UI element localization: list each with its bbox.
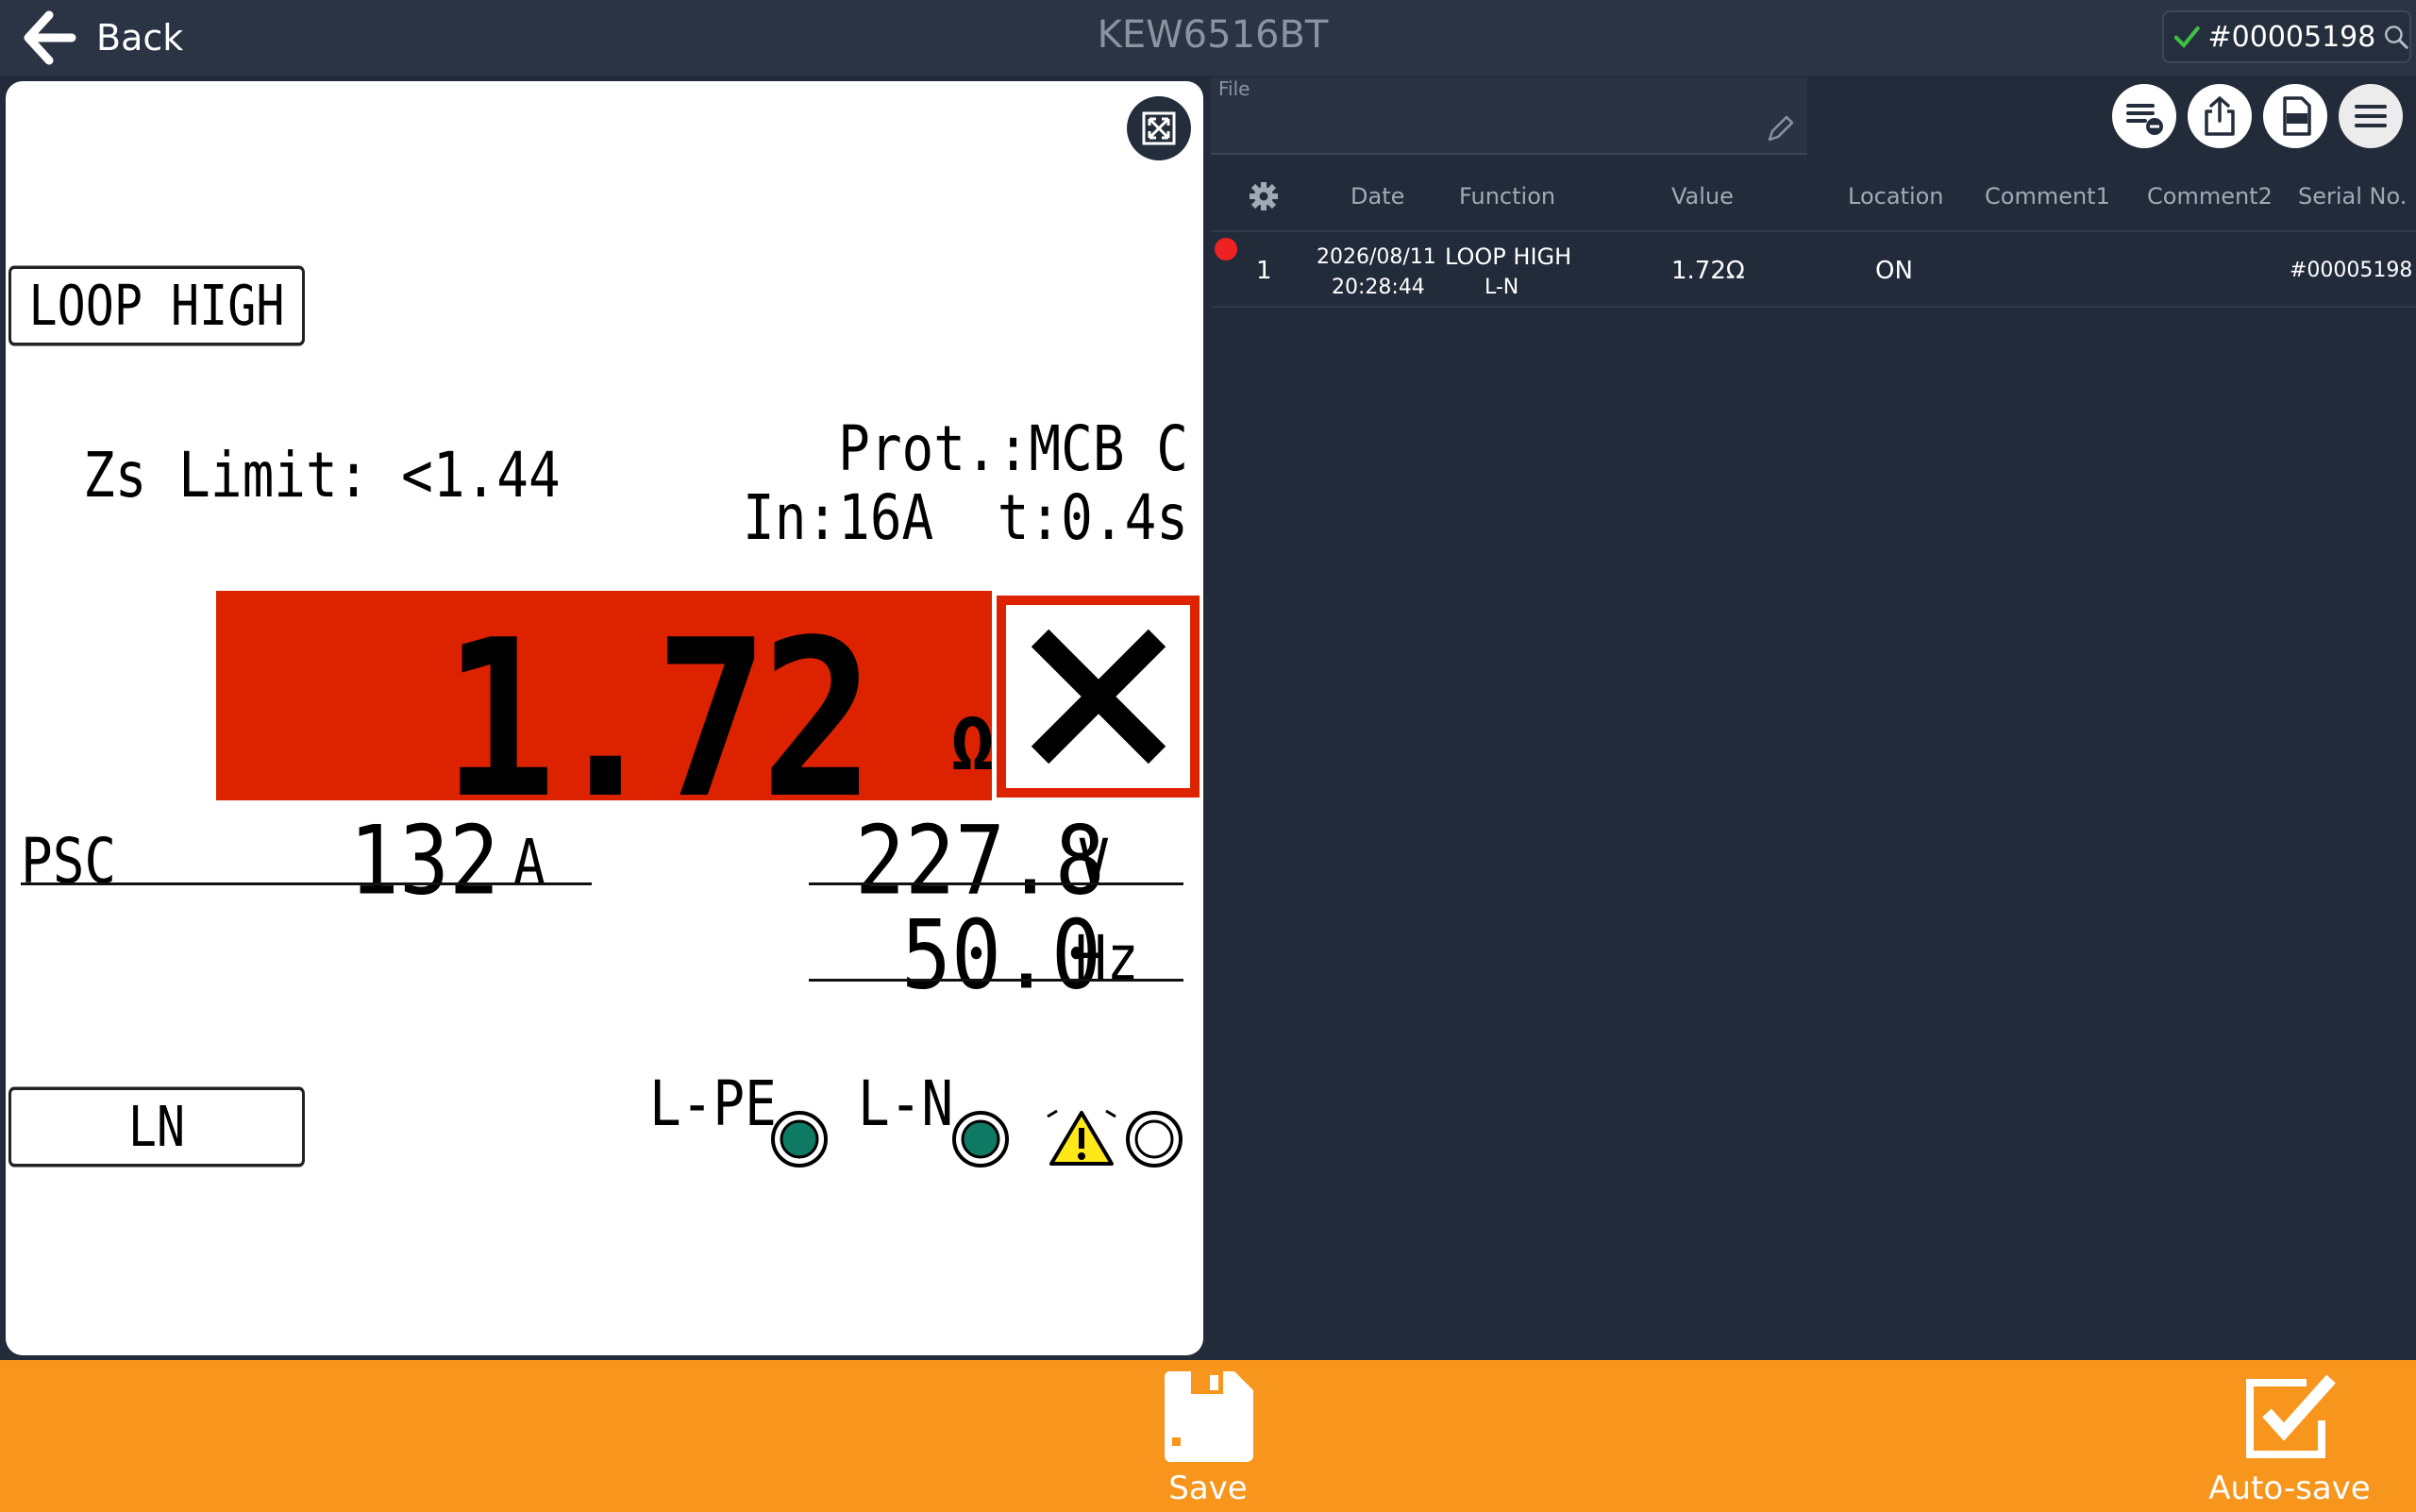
floppy-disk-icon (1165, 1371, 1253, 1462)
column-location[interactable]: Location (1848, 183, 1944, 210)
row-function: LOOP HIGH (1445, 244, 1572, 270)
results-table: Date Function Value Location Comment1 Co… (1211, 160, 2416, 308)
top-bar: Back KEW6516BT #00005198 (0, 0, 2416, 76)
table-row[interactable]: 1 2026/08/11 20:28:44 LOOP HIGH L-N 1.72… (1211, 232, 2416, 308)
row-serial: #00005198 (2290, 259, 2413, 282)
meter-display-panel: LOOP HIGH Zs Limit: <1.44 Prot.:MCB C In:… (6, 81, 1203, 1355)
function-button[interactable]: LOOP HIGH (8, 265, 305, 346)
checkbox-icon (2246, 1374, 2336, 1458)
auto-save-label: Auto-save (2208, 1470, 2371, 1507)
export-xlsx-button[interactable] (2263, 84, 2327, 148)
table-header: Date Function Value Location Comment1 Co… (1211, 160, 2416, 232)
save-button[interactable]: Save (1151, 1368, 1265, 1509)
row-function-sub: L-N (1485, 276, 1519, 299)
auto-save-button[interactable]: Auto-save (2199, 1369, 2380, 1509)
protection-device: Prot.:MCB C (838, 412, 1188, 486)
pencil-icon[interactable] (1764, 113, 1796, 145)
save-label: Save (1168, 1470, 1248, 1507)
expand-button[interactable] (1127, 96, 1191, 160)
row-date: 2026/08/11 (1317, 245, 1436, 269)
psc-label: PSC (21, 826, 117, 899)
lpe-led-icon (771, 1111, 828, 1168)
unsaved-dot-icon (1215, 238, 1237, 260)
row-number: 1 (1256, 257, 1272, 285)
list-remove-button[interactable] (2112, 84, 2176, 148)
serial-number: #00005198 (2207, 20, 2376, 54)
warning-led-icon (1126, 1111, 1183, 1168)
frequency-value: 50.0 (901, 899, 1101, 1011)
list-remove-icon (2126, 104, 2163, 135)
menu-icon (2355, 105, 2387, 127)
row-time: 20:28:44 (1332, 276, 1425, 299)
back-arrow-icon (24, 10, 76, 65)
share-icon (2205, 96, 2235, 136)
polarity-warning-icon (1047, 1109, 1116, 1166)
row-value: 1.72Ω (1671, 257, 1745, 285)
back-label: Back (96, 17, 184, 59)
serial-badge[interactable]: #00005198 (2162, 10, 2411, 63)
psc-unit: A (513, 827, 545, 899)
loop-impedance-value: 1.72 (443, 594, 875, 848)
loop-impedance-unit: Ω (950, 702, 995, 787)
psc-value: 132 (349, 804, 499, 916)
column-comment2[interactable]: Comment2 (2147, 183, 2273, 210)
voltage-underline (809, 882, 1183, 885)
search-icon[interactable] (2383, 21, 2409, 53)
protection-rating: In:16A t:0.4s (742, 481, 1188, 555)
ln-label: L-N (858, 1068, 954, 1141)
psc-underline (21, 882, 592, 885)
fail-indicator (997, 596, 1200, 798)
frequency-underline (809, 979, 1183, 982)
bottom-bar: Save Auto-save (0, 1360, 2416, 1512)
column-function[interactable]: Function (1459, 183, 1555, 210)
fail-cross-icon (1031, 629, 1166, 764)
lpe-label: L-PE (649, 1068, 777, 1141)
fullscreen-icon (1142, 111, 1176, 145)
file-name-field[interactable]: File (1211, 77, 1807, 155)
ln-led-icon (952, 1111, 1009, 1168)
xlsx-icon (2283, 96, 2311, 136)
voltage-unit: V (1078, 827, 1110, 899)
frequency-unit: Hz (1075, 923, 1139, 996)
column-date[interactable]: Date (1351, 183, 1404, 210)
row-location: ON (1875, 257, 1913, 285)
zs-limit: Zs Limit: <1.44 (83, 440, 561, 512)
share-button[interactable] (2188, 84, 2252, 148)
back-button[interactable]: Back (21, 9, 183, 66)
app-title: KEW6516BT (1097, 13, 1329, 57)
check-icon (2173, 26, 2200, 48)
file-label: File (1218, 77, 1250, 100)
reading-display: 1.72 Ω (216, 591, 995, 829)
protection-info: Prot.:MCB C In:16A t:0.4s (742, 412, 1188, 555)
circuit-button[interactable]: LN (8, 1086, 305, 1168)
column-comment1[interactable]: Comment1 (1985, 183, 2110, 210)
gear-icon[interactable] (1247, 179, 1281, 213)
column-value[interactable]: Value (1671, 183, 1734, 210)
column-serial-no[interactable]: Serial No. (2298, 183, 2407, 210)
menu-button[interactable] (2339, 84, 2403, 148)
